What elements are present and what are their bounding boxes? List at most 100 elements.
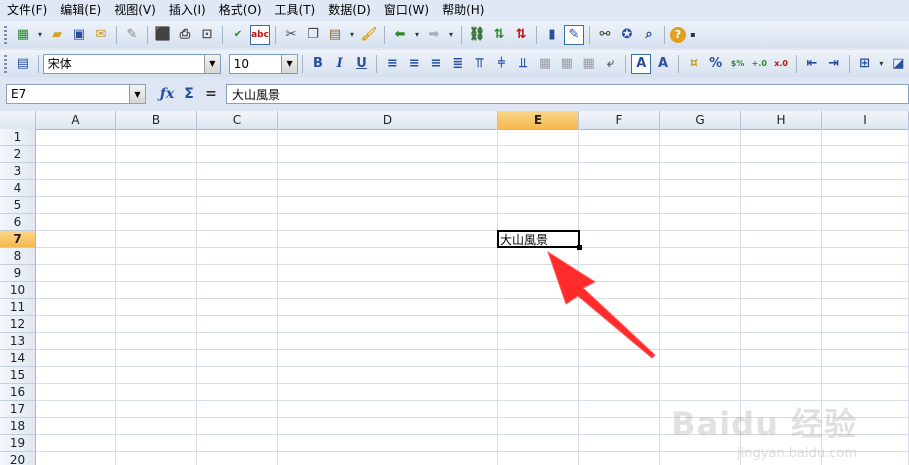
menu-format[interactable]: 格式(O)	[212, 0, 268, 21]
font-name-combo[interactable]: 宋体 ▼	[42, 53, 221, 74]
column-header-i[interactable]: I	[822, 111, 909, 129]
row-header-19[interactable]: 19	[0, 435, 36, 452]
merge-center-icon[interactable]: ▦	[557, 54, 577, 74]
styles-formatting-icon[interactable]: ▤	[13, 54, 33, 74]
column-header-h[interactable]: H	[741, 111, 822, 129]
function-wizard-icon[interactable]: ƒx	[156, 84, 178, 104]
toolbar-grip[interactable]	[4, 25, 7, 44]
chart-icon[interactable]: ▮	[542, 25, 562, 45]
copy-icon[interactable]: ❐	[303, 25, 323, 45]
row-header-8[interactable]: 8	[0, 248, 36, 265]
text-direction-ttb-icon[interactable]: A	[653, 54, 673, 74]
dropdown-arrow-icon[interactable]: ▾	[446, 25, 456, 45]
row-header-2[interactable]: 2	[0, 146, 36, 163]
find-replace-icon[interactable]: ⚯	[595, 25, 615, 45]
menu-window[interactable]: 窗口(W)	[377, 0, 435, 21]
row-header-15[interactable]: 15	[0, 367, 36, 384]
menu-view[interactable]: 视图(V)	[107, 0, 162, 21]
name-box[interactable]: E7 ▼	[6, 84, 146, 104]
row-header-20[interactable]: 20	[0, 452, 36, 465]
menu-tools[interactable]: 工具(T)	[268, 0, 322, 21]
wrap-text-icon[interactable]: ⤶	[601, 54, 621, 74]
column-header-e[interactable]: E	[498, 111, 579, 129]
column-header-c[interactable]: C	[197, 111, 278, 129]
delete-decimal-icon[interactable]: x.0	[771, 54, 791, 74]
format-paintbrush-icon[interactable]: 🖌	[359, 25, 379, 45]
fill-handle[interactable]	[577, 245, 582, 250]
dropdown-arrow-icon[interactable]: ▾	[876, 54, 886, 74]
dropdown-arrow-icon[interactable]: ▾	[347, 25, 357, 45]
toolbar-grip[interactable]	[4, 54, 7, 73]
function-equals-icon[interactable]: =	[200, 84, 222, 104]
row-header-14[interactable]: 14	[0, 350, 36, 367]
borders-icon[interactable]: ⊞	[855, 54, 875, 74]
number-format-icon[interactable]: $%	[728, 54, 748, 74]
column-header-f[interactable]: F	[579, 111, 660, 129]
row-header-16[interactable]: 16	[0, 384, 36, 401]
undo-icon[interactable]: ⬅	[390, 25, 410, 45]
redo-icon[interactable]: ➡	[424, 25, 444, 45]
align-bottom-icon[interactable]: ⫫	[513, 54, 533, 74]
email-icon[interactable]: ✉	[91, 25, 111, 45]
open-folder-icon[interactable]: ▰	[47, 25, 67, 45]
row-header-17[interactable]: 17	[0, 401, 36, 418]
row-header-7[interactable]: 7	[0, 231, 36, 248]
column-header-g[interactable]: G	[660, 111, 741, 129]
menu-insert[interactable]: 插入(I)	[162, 0, 212, 21]
cut-icon[interactable]: ✂	[281, 25, 301, 45]
align-right-icon[interactable]: ≡	[426, 54, 446, 74]
row-header-1[interactable]: 1	[0, 129, 36, 146]
page-preview-icon[interactable]: ⊡	[197, 25, 217, 45]
row-header-11[interactable]: 11	[0, 299, 36, 316]
text-direction-ltr-icon[interactable]: A	[631, 53, 652, 74]
row-header-12[interactable]: 12	[0, 316, 36, 333]
export-pdf-icon[interactable]: ⬛	[153, 25, 173, 45]
sort-ascending-icon[interactable]: ⇅	[489, 25, 509, 45]
select-all-corner[interactable]	[0, 111, 36, 129]
split-cells-icon[interactable]: ▦	[579, 54, 599, 74]
font-size-combo[interactable]: 10 ▼	[228, 53, 299, 74]
help-icon[interactable]: ?	[670, 26, 686, 43]
underline-button[interactable]: U	[352, 54, 372, 74]
autospellcheck-icon[interactable]: abc	[250, 24, 270, 45]
row-header-10[interactable]: 10	[0, 282, 36, 299]
zoom-icon[interactable]: ⌕	[639, 25, 659, 45]
new-document-icon[interactable]: ▦	[13, 25, 33, 45]
sum-icon[interactable]: Σ	[178, 84, 200, 104]
chevron-down-icon[interactable]: ▼	[129, 85, 145, 103]
italic-button[interactable]: I	[330, 54, 350, 74]
row-header-13[interactable]: 13	[0, 333, 36, 350]
bold-button[interactable]: B	[308, 54, 328, 74]
row-header-3[interactable]: 3	[0, 163, 36, 180]
row-header-18[interactable]: 18	[0, 418, 36, 435]
row-header-9[interactable]: 9	[0, 265, 36, 282]
menu-help[interactable]: 帮助(H)	[435, 0, 490, 21]
toolbar-overflow-icon[interactable]: ▪	[688, 25, 698, 45]
navigator-icon[interactable]: ✪	[617, 25, 637, 45]
menu-data[interactable]: 数据(D)	[321, 0, 377, 21]
merge-cells-icon[interactable]: ▦	[535, 54, 555, 74]
align-middle-icon[interactable]: ⫩	[491, 54, 511, 74]
currency-format-icon[interactable]: ¤	[684, 54, 704, 74]
spreadsheet-grid[interactable]: ABCDEFGHI 1 2 3 4 5 6 7 8 9 10 11 12 13 14 15 16 17 18 19 2…	[0, 111, 909, 465]
edit-file-icon[interactable]: ✎	[122, 25, 142, 45]
row-header-4[interactable]: 4	[0, 180, 36, 197]
active-cell-e7[interactable]	[497, 230, 580, 248]
menu-edit[interactable]: 编辑(E)	[53, 0, 107, 21]
align-center-icon[interactable]: ≡	[404, 54, 424, 74]
menu-file[interactable]: 文件(F)	[0, 0, 53, 21]
draw-functions-icon[interactable]: ✎	[564, 24, 584, 45]
hyperlink-icon[interactable]: ⛓	[467, 25, 487, 45]
add-decimal-icon[interactable]: +.0	[749, 54, 769, 74]
column-header-d[interactable]: D	[278, 111, 498, 129]
percent-format-icon[interactable]: %	[706, 54, 726, 74]
decrease-indent-icon[interactable]: ⇤	[802, 54, 822, 74]
sort-descending-icon[interactable]: ⇅	[511, 25, 531, 45]
save-icon[interactable]: ▣	[69, 25, 89, 45]
background-color-icon[interactable]: ◪	[888, 54, 908, 74]
column-header-a[interactable]: A	[36, 111, 116, 129]
row-header-5[interactable]: 5	[0, 197, 36, 214]
increase-indent-icon[interactable]: ⇥	[824, 54, 844, 74]
row-header-6[interactable]: 6	[0, 214, 36, 231]
print-icon[interactable]: ⎙	[175, 25, 195, 45]
